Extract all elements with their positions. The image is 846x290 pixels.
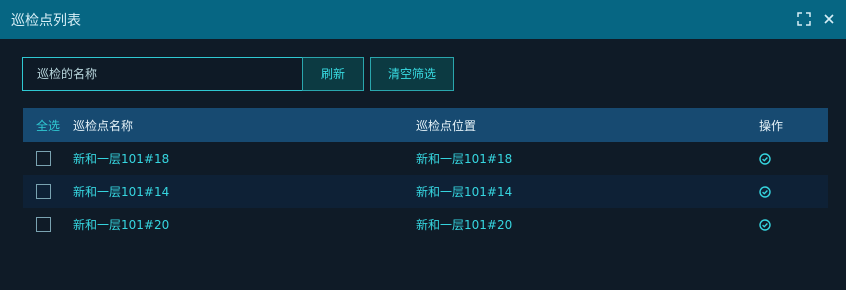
- search-input[interactable]: [22, 57, 308, 91]
- expand-icon[interactable]: [797, 11, 813, 27]
- row-checkbox[interactable]: [36, 217, 51, 232]
- dialog-title: 巡检点列表: [11, 13, 81, 29]
- row-name: 新和一层101#14: [73, 185, 170, 199]
- check-circle-icon[interactable]: [759, 218, 771, 231]
- row-checkbox[interactable]: [36, 151, 51, 166]
- select-all-link[interactable]: 全选: [36, 108, 60, 142]
- header-location: 巡检点位置: [416, 118, 477, 133]
- clear-filter-button[interactable]: 清空筛选: [370, 57, 454, 91]
- dialog-titlebar: 巡检点列表: [0, 0, 846, 39]
- header-name: 巡检点名称: [73, 118, 134, 133]
- row-location: 新和一层101#20: [416, 218, 513, 232]
- filter-toolbar: 刷新 清空筛选: [22, 57, 828, 91]
- row-name: 新和一层101#20: [73, 218, 170, 232]
- table-row: 新和一层101#20 新和一层101#20: [23, 208, 828, 241]
- check-circle-icon[interactable]: [759, 152, 771, 165]
- check-circle-icon[interactable]: [759, 185, 771, 198]
- inspection-point-list-dialog: 巡检点列表 刷新 清空筛选 全选 巡检点名称 巡检点位置 操作 新和一层101#…: [0, 0, 846, 290]
- header-action: 操作: [759, 118, 784, 133]
- refresh-button[interactable]: 刷新: [302, 57, 364, 91]
- row-name: 新和一层101#18: [73, 152, 170, 166]
- row-location: 新和一层101#18: [416, 152, 513, 166]
- table-header: 全选 巡检点名称 巡检点位置 操作: [23, 108, 828, 142]
- row-checkbox[interactable]: [36, 184, 51, 199]
- table-row: 新和一层101#18 新和一层101#18: [23, 142, 828, 175]
- inspection-point-table: 全选 巡检点名称 巡检点位置 操作 新和一层101#18 新和一层101#18 …: [23, 108, 828, 241]
- table-row: 新和一层101#14 新和一层101#14: [23, 175, 828, 208]
- row-location: 新和一层101#14: [416, 185, 513, 199]
- close-icon[interactable]: [822, 11, 838, 27]
